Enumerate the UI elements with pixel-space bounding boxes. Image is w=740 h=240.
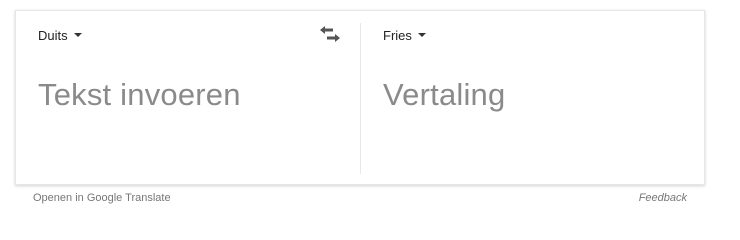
target-language-select[interactable]: Fries <box>383 28 426 43</box>
source-language-select[interactable]: Duits <box>38 28 82 43</box>
translation-output: Vertaling <box>383 77 506 112</box>
swap-icon <box>320 26 340 42</box>
feedback-link[interactable]: Feedback <box>639 192 687 204</box>
open-in-google-translate-link[interactable]: Openen in Google Translate <box>33 192 171 204</box>
caret-down-icon <box>73 32 82 37</box>
source-pane: Duits Tekst invoeren <box>16 11 361 184</box>
swap-languages-button[interactable] <box>318 24 342 44</box>
source-text-input[interactable]: Tekst invoeren <box>38 77 241 113</box>
source-language-label: Duits <box>38 28 68 43</box>
translate-card: Duits Tekst invoeren Fries Vertaling <box>15 10 705 185</box>
caret-down-icon <box>417 32 426 37</box>
target-language-label: Fries <box>383 28 412 43</box>
target-pane: Fries Vertaling <box>361 11 706 184</box>
